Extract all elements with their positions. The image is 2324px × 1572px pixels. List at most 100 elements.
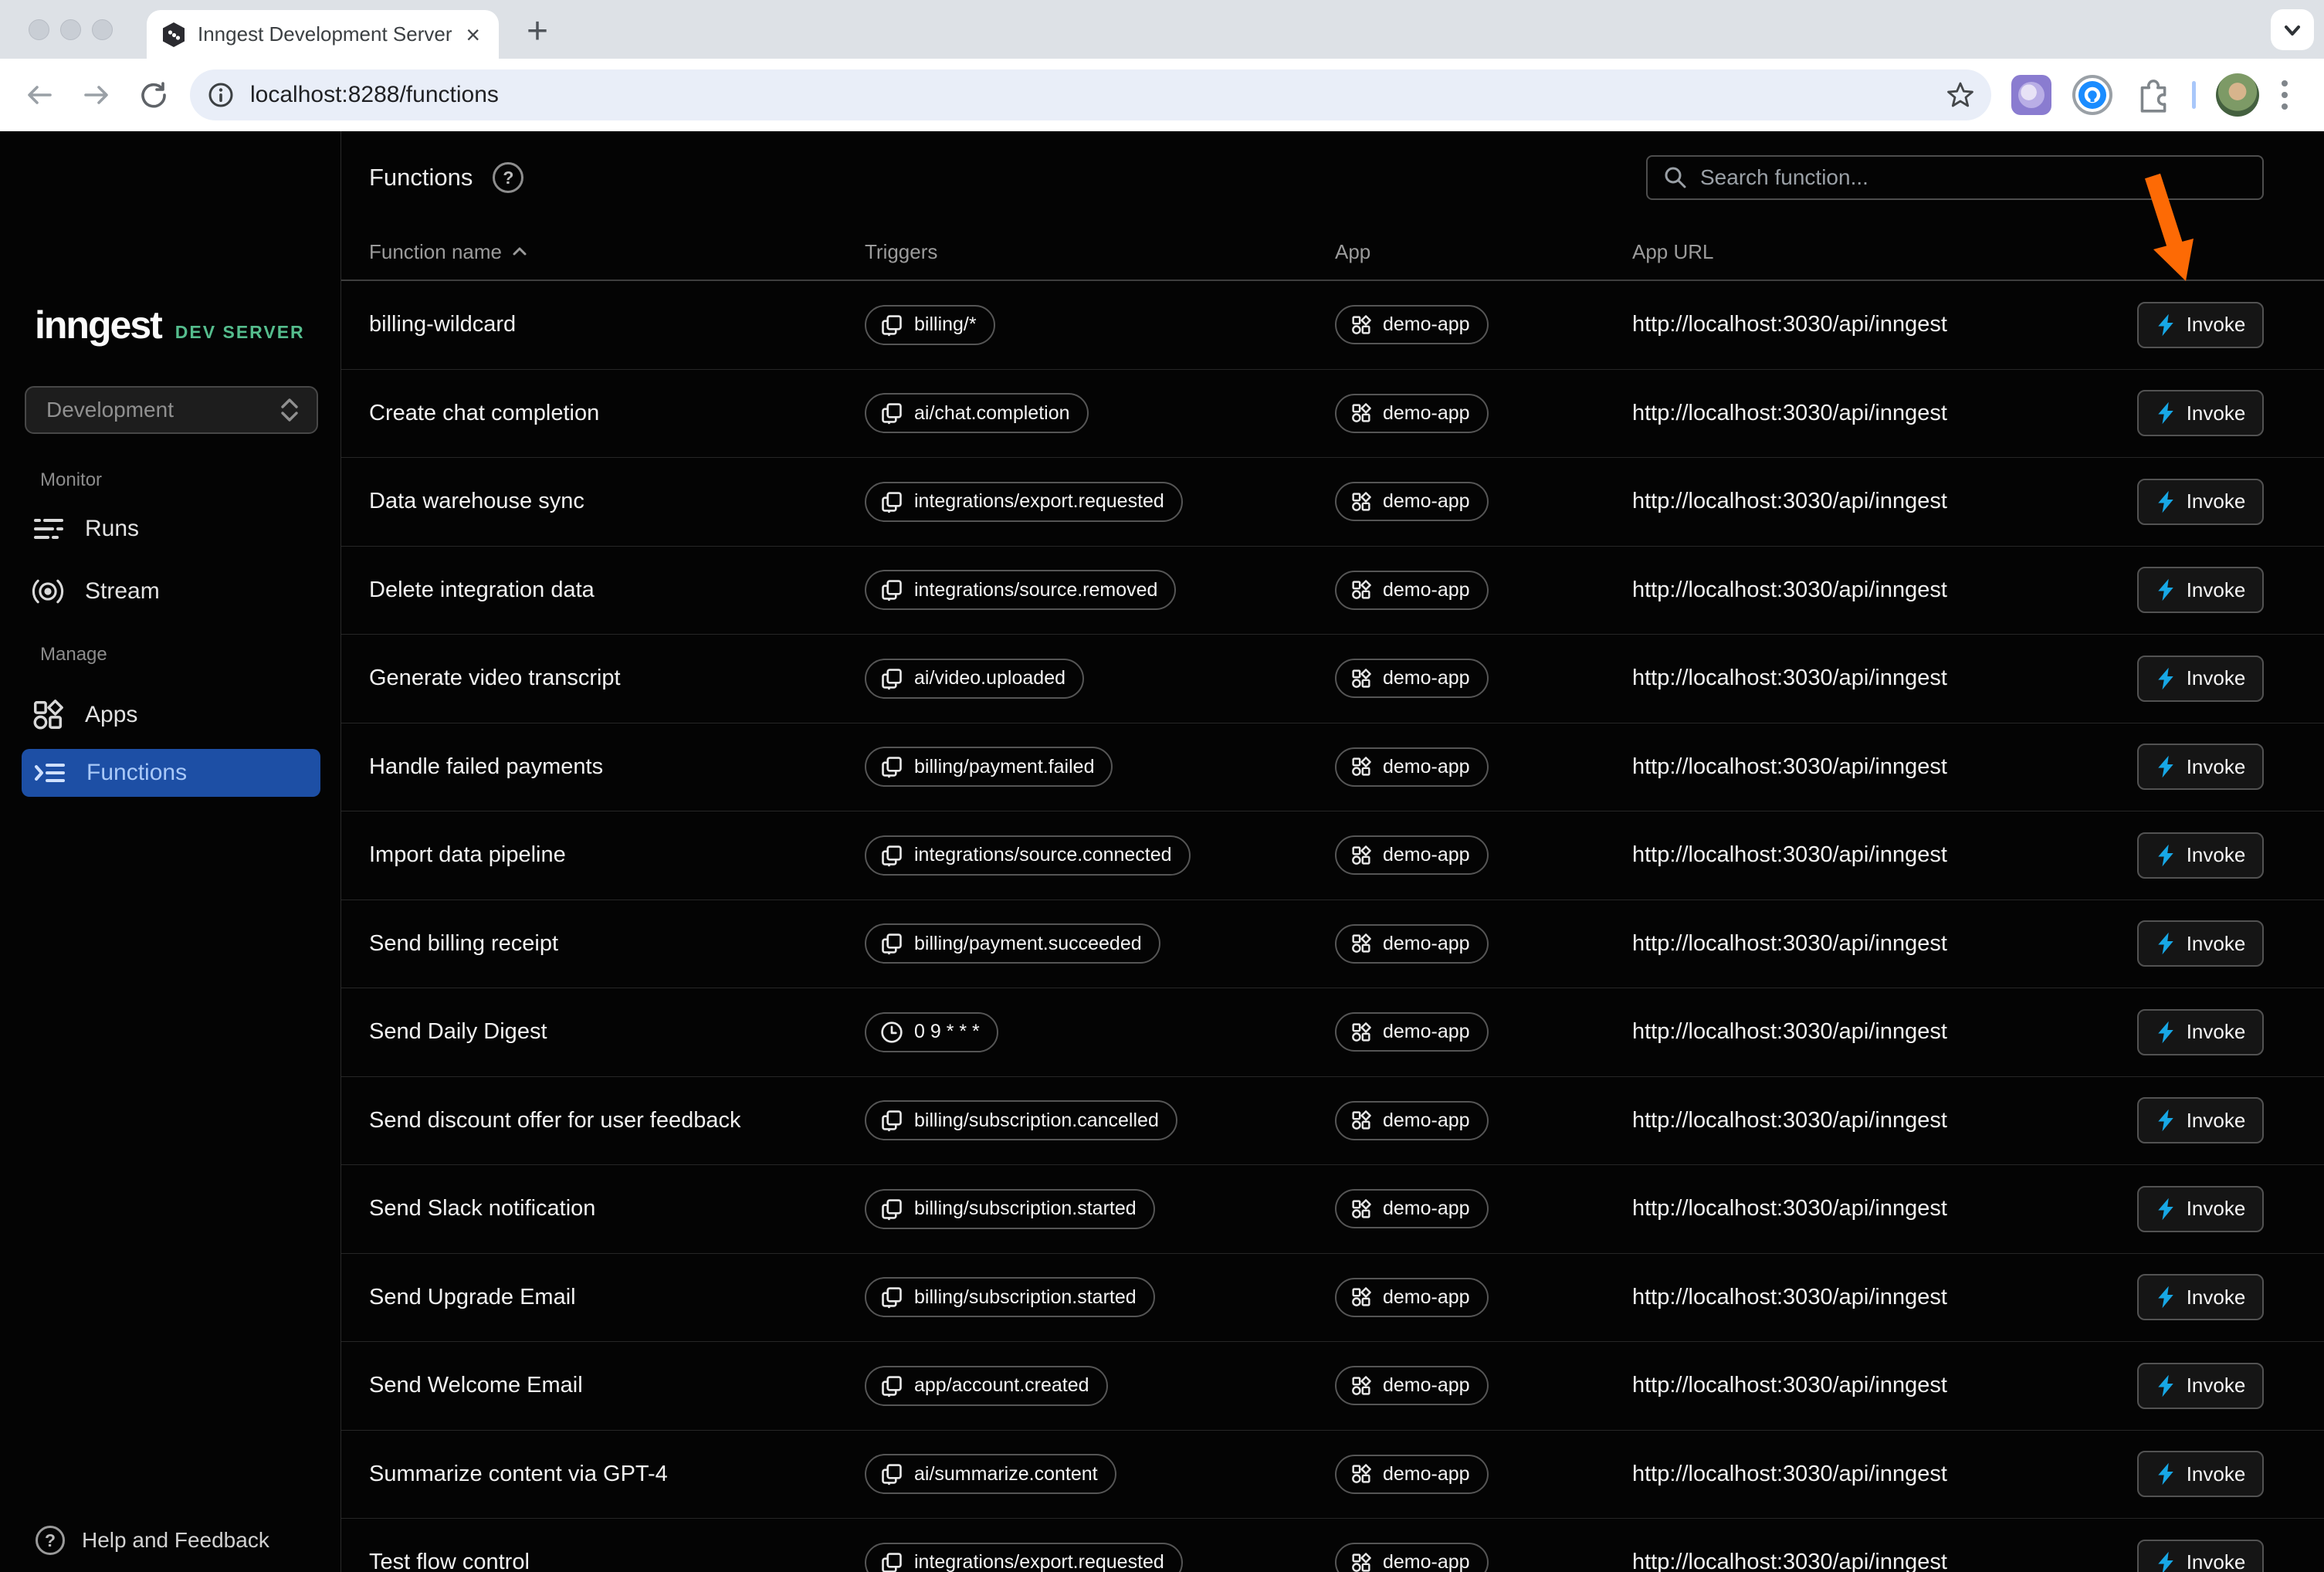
dev-server-badge: DEV SERVER xyxy=(175,322,305,343)
invoke-button[interactable]: Invoke xyxy=(2137,1540,2264,1572)
window-zoom-button[interactable] xyxy=(92,19,113,40)
table-row[interactable]: Send Welcome Email app/account.created xyxy=(341,1342,2324,1431)
browser-menu-icon[interactable] xyxy=(2279,76,2290,114)
tab-close-icon[interactable]: × xyxy=(461,22,485,47)
table-row[interactable]: Send Upgrade Email billing/subscription.… xyxy=(341,1254,2324,1343)
app-url: http://localhost:3030/api/inngest xyxy=(1632,1285,2137,1310)
site-info-icon[interactable] xyxy=(207,81,235,109)
app-grid-icon xyxy=(1350,1375,1372,1397)
table-row[interactable]: Create chat completion ai/chat.completio… xyxy=(341,370,2324,459)
trigger-badge: app/account.created xyxy=(865,1366,1108,1406)
trigger-label: integrations/export.requested xyxy=(914,1551,1164,1572)
app-label: demo-app xyxy=(1383,579,1470,601)
function-name: Send Slack notification xyxy=(341,1196,865,1221)
new-tab-button[interactable]: + xyxy=(516,9,559,53)
invoke-button[interactable]: Invoke xyxy=(2137,1274,2264,1320)
table-row[interactable]: Generate video transcript ai/video.uploa… xyxy=(341,635,2324,723)
app-label: demo-app xyxy=(1383,1286,1470,1309)
table-row[interactable]: Test flow control integrations/export.re… xyxy=(341,1519,2324,1572)
profile-avatar[interactable] xyxy=(2216,73,2259,117)
event-icon xyxy=(880,578,903,601)
extension-icon[interactable] xyxy=(2011,75,2051,115)
invoke-button[interactable]: Invoke xyxy=(2137,832,2264,879)
event-icon xyxy=(880,1109,903,1132)
invoke-button[interactable]: Invoke xyxy=(2137,656,2264,702)
function-name: Delete integration data xyxy=(341,578,865,603)
invoke-button[interactable]: Invoke xyxy=(2137,920,2264,967)
window-close-button[interactable] xyxy=(29,19,49,40)
sidebar-item-stream[interactable]: Stream xyxy=(31,570,160,613)
lightning-bolt-icon xyxy=(2156,490,2176,513)
event-icon xyxy=(880,1462,903,1486)
search-input[interactable] xyxy=(1700,165,2247,190)
invoke-button[interactable]: Invoke xyxy=(2137,1363,2264,1409)
table-row[interactable]: Send billing receipt billing/payment.suc… xyxy=(341,900,2324,989)
app-url: http://localhost:3030/api/inngest xyxy=(1632,1196,2137,1221)
url-bar[interactable]: localhost:8288/functions xyxy=(190,69,1991,120)
reload-icon[interactable] xyxy=(139,80,168,110)
table-row[interactable]: Send Daily Digest 0 9 * * * xyxy=(341,988,2324,1077)
app-label: demo-app xyxy=(1383,490,1470,513)
invoke-label: Invoke xyxy=(2187,490,2246,513)
table-row[interactable]: Delete integration data integrations/sou… xyxy=(341,547,2324,635)
back-icon[interactable] xyxy=(25,82,54,108)
invoke-button[interactable]: Invoke xyxy=(2137,1451,2264,1497)
sidebar-item-runs[interactable]: Runs xyxy=(31,507,139,551)
browser-toolbar: localhost:8288/functions xyxy=(0,59,2324,131)
extensions-puzzle-icon[interactable] xyxy=(2133,76,2172,114)
app-badge: demo-app xyxy=(1335,305,1489,344)
table-row[interactable]: Summarize content via GPT-4 ai/summarize… xyxy=(341,1431,2324,1519)
invoke-button[interactable]: Invoke xyxy=(2137,1186,2264,1232)
trigger-badge: ai/chat.completion xyxy=(865,393,1089,433)
invoke-button[interactable]: Invoke xyxy=(2137,390,2264,436)
invoke-button[interactable]: Invoke xyxy=(2137,567,2264,613)
column-app: App xyxy=(1335,240,1632,264)
tab-search-button[interactable] xyxy=(2271,9,2314,50)
table-row[interactable]: billing-wildcard billing/* xyxy=(341,281,2324,370)
table-row[interactable]: Data warehouse sync integrations/export.… xyxy=(341,458,2324,547)
environment-selector[interactable]: Development xyxy=(25,386,318,434)
column-triggers: Triggers xyxy=(865,240,1335,264)
function-name: Test flow control xyxy=(341,1550,865,1572)
invoke-button[interactable]: Invoke xyxy=(2137,479,2264,525)
browser-tab[interactable]: Inngest Development Server × xyxy=(147,10,499,59)
invoke-label: Invoke xyxy=(2187,313,2246,337)
lightning-bolt-icon xyxy=(2156,1374,2176,1398)
table-row[interactable]: Import data pipeline integrations/source… xyxy=(341,811,2324,900)
window-controls[interactable] xyxy=(29,19,113,40)
column-function-name[interactable]: Function name xyxy=(341,240,865,264)
invoke-button[interactable]: Invoke xyxy=(2137,1009,2264,1055)
app-badge: demo-app xyxy=(1335,924,1489,964)
invoke-label: Invoke xyxy=(2187,1020,2246,1044)
table-row[interactable]: Send discount offer for user feedback bi… xyxy=(341,1077,2324,1166)
lightning-bolt-icon xyxy=(2156,578,2176,601)
bookmark-star-icon[interactable] xyxy=(1946,81,1974,109)
help-label: Help and Feedback xyxy=(82,1528,269,1553)
search-box[interactable] xyxy=(1646,155,2264,200)
app-badge: demo-app xyxy=(1335,747,1489,787)
window-minimize-button[interactable] xyxy=(60,19,81,40)
help-and-feedback[interactable]: ? Help and Feedback xyxy=(36,1526,269,1555)
onepassword-icon[interactable] xyxy=(2072,74,2113,116)
event-icon xyxy=(880,1286,903,1309)
table-row[interactable]: Send Slack notification billing/subscrip… xyxy=(341,1165,2324,1254)
page-help-icon[interactable]: ? xyxy=(493,162,523,193)
invoke-button[interactable]: Invoke xyxy=(2137,302,2264,348)
app-badge: demo-app xyxy=(1335,1366,1489,1405)
trigger-badge: integrations/export.requested xyxy=(865,1543,1183,1572)
event-icon xyxy=(880,313,903,337)
sidebar-item-apps[interactable]: Apps xyxy=(31,693,137,737)
app-url: http://localhost:3030/api/inngest xyxy=(1632,1108,2137,1133)
app-grid-icon xyxy=(1350,756,1372,778)
table-row[interactable]: Handle failed payments billing/payment.f… xyxy=(341,723,2324,812)
help-icon: ? xyxy=(36,1526,65,1555)
select-chevrons-icon xyxy=(279,397,300,423)
url-text[interactable]: localhost:8288/functions xyxy=(250,82,1946,108)
app-url: http://localhost:3030/api/inngest xyxy=(1632,1550,2137,1572)
invoke-button[interactable]: Invoke xyxy=(2137,744,2264,790)
sidebar-item-functions[interactable]: Functions xyxy=(22,749,320,797)
app-url: http://localhost:3030/api/inngest xyxy=(1632,489,2137,514)
invoke-button[interactable]: Invoke xyxy=(2137,1097,2264,1143)
forward-icon[interactable] xyxy=(82,82,111,108)
app-badge: demo-app xyxy=(1335,1455,1489,1494)
